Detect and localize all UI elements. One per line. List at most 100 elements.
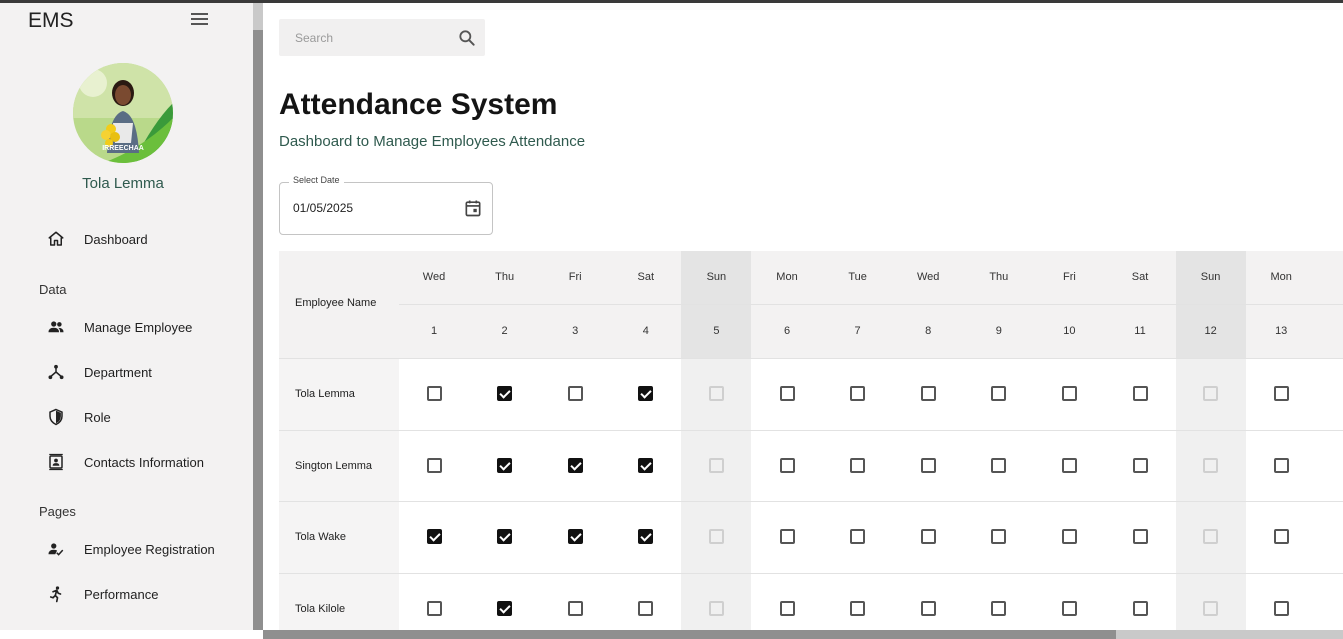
attendance-checkbox[interactable] (426, 529, 442, 545)
attendance-checkbox[interactable] (1061, 529, 1077, 545)
row-divider (279, 501, 1343, 503)
attendance-checkbox[interactable] (638, 529, 654, 545)
shield-icon (46, 407, 66, 427)
attendance-checkbox[interactable] (1273, 457, 1289, 473)
employee-name-cell: Sington Lemma (295, 459, 373, 472)
search-icon[interactable] (457, 28, 477, 48)
day-number-header: 4 (642, 325, 649, 337)
people-icon (46, 317, 66, 337)
row-divider (279, 429, 1343, 431)
attendance-checkbox[interactable] (567, 457, 583, 473)
attendance-checkbox[interactable] (779, 529, 795, 545)
calendar-icon[interactable] (463, 198, 483, 218)
person-check-icon (46, 539, 66, 559)
sidebar-scrollbar[interactable] (253, 3, 263, 630)
day-number-header: 11 (1134, 325, 1146, 337)
attendance-checkbox[interactable] (1273, 386, 1289, 401)
attendance-checkbox[interactable] (779, 386, 795, 401)
attendance-checkbox[interactable] (426, 601, 442, 617)
weekday-header: Wed (916, 271, 940, 283)
attendance-checkbox (708, 529, 724, 545)
sidebar: EMS IRREECHAA Tola Lemma Dashboard Data … (0, 3, 253, 630)
row-divider (279, 573, 1343, 575)
nav-manage-employee[interactable]: Manage Employee (0, 309, 253, 345)
section-data-label: Data (39, 282, 67, 297)
weekday-header: Mon (776, 271, 798, 283)
attendance-checkbox[interactable] (991, 601, 1007, 617)
attendance-checkbox[interactable] (1061, 601, 1077, 617)
nav-contacts[interactable]: Contacts Information (0, 444, 253, 480)
nav-department-label: Department (84, 364, 152, 380)
attendance-checkbox[interactable] (1061, 386, 1077, 401)
weekday-header: Thu (989, 271, 1009, 283)
date-picker-field[interactable]: 01/05/2025 (279, 182, 493, 235)
nav-department[interactable]: Department (0, 354, 253, 390)
attendance-checkbox[interactable] (497, 386, 513, 401)
weekday-header: Sat (1131, 271, 1149, 283)
day-number-header: 12 (1204, 325, 1217, 337)
attendance-checkbox[interactable] (567, 386, 583, 401)
attendance-checkbox[interactable] (991, 529, 1007, 545)
attendance-checkbox[interactable] (638, 386, 654, 401)
attendance-checkbox[interactable] (1273, 529, 1289, 545)
attendance-checkbox[interactable] (567, 601, 583, 617)
employee-name-cell: Tola Lemma (295, 388, 355, 400)
attendance-checkbox[interactable] (991, 386, 1007, 401)
attendance-checkbox[interactable] (1132, 386, 1148, 401)
attendance-checkbox[interactable] (850, 601, 866, 617)
attendance-checkbox[interactable] (497, 457, 513, 473)
attendance-checkbox[interactable] (638, 601, 654, 617)
nav-employee-registration-label: Employee Registration (84, 541, 215, 557)
attendance-checkbox[interactable] (779, 457, 795, 473)
date-picker-value[interactable]: 01/05/2025 (293, 201, 353, 215)
running-icon (46, 584, 66, 604)
nav-dashboard-label: Dashboard (84, 231, 148, 247)
attendance-checkbox[interactable] (1132, 457, 1148, 473)
menu-toggle-icon[interactable] (191, 13, 208, 25)
attendance-checkbox[interactable] (1132, 601, 1148, 617)
horizontal-scrollbar[interactable] (263, 630, 1343, 639)
attendance-checkbox[interactable] (920, 457, 936, 473)
attendance-checkbox[interactable] (497, 529, 513, 545)
day-number-header: 9 (995, 325, 1002, 337)
attendance-checkbox[interactable] (920, 601, 936, 617)
sidebar-scrollbar-thumb[interactable] (253, 30, 263, 630)
app-brand: EMS (28, 9, 74, 32)
attendance-checkbox (708, 386, 724, 401)
contact-card-icon (46, 452, 66, 472)
search-box (279, 19, 485, 56)
horizontal-scrollbar-thumb[interactable] (263, 630, 1116, 639)
attendance-checkbox[interactable] (779, 601, 795, 617)
nav-dashboard[interactable]: Dashboard (0, 221, 253, 257)
home-icon (46, 229, 66, 249)
attendance-checkbox[interactable] (920, 529, 936, 545)
attendance-checkbox (1203, 601, 1219, 617)
attendance-checkbox[interactable] (497, 601, 513, 617)
weekday-header: Wed (422, 271, 446, 283)
day-number-header: 13 (1275, 325, 1288, 337)
attendance-checkbox[interactable] (426, 386, 442, 401)
attendance-checkbox[interactable] (638, 457, 654, 473)
search-input[interactable] (279, 19, 449, 56)
attendance-checkbox[interactable] (1273, 601, 1289, 617)
header-divider (399, 304, 1343, 305)
attendance-table: Employee Name Wed 1 Thu 2 Fri 3 Sat 4 Sun 5 Mon 6 Tu… (279, 251, 1343, 630)
avatar: IRREECHAA (73, 63, 173, 163)
attendance-checkbox[interactable] (850, 457, 866, 473)
nav-role[interactable]: Role (0, 399, 253, 435)
nav-employee-registration[interactable]: Employee Registration (0, 531, 253, 567)
employee-name-cell: Tola Kilole (295, 603, 346, 616)
nav-performance[interactable]: Performance (0, 576, 253, 612)
day-number-header: 8 (925, 325, 932, 337)
attendance-checkbox[interactable] (567, 529, 583, 545)
attendance-checkbox[interactable] (1061, 457, 1077, 473)
attendance-checkbox[interactable] (1132, 529, 1148, 545)
attendance-checkbox[interactable] (850, 529, 866, 545)
attendance-checkbox[interactable] (991, 457, 1007, 473)
attendance-checkbox[interactable] (426, 457, 442, 473)
weekday-header: Sun (706, 271, 727, 283)
attendance-checkbox[interactable] (920, 386, 936, 401)
nav-role-label: Role (84, 409, 111, 425)
weekday-header: Fri (568, 271, 582, 283)
attendance-checkbox[interactable] (850, 386, 866, 401)
